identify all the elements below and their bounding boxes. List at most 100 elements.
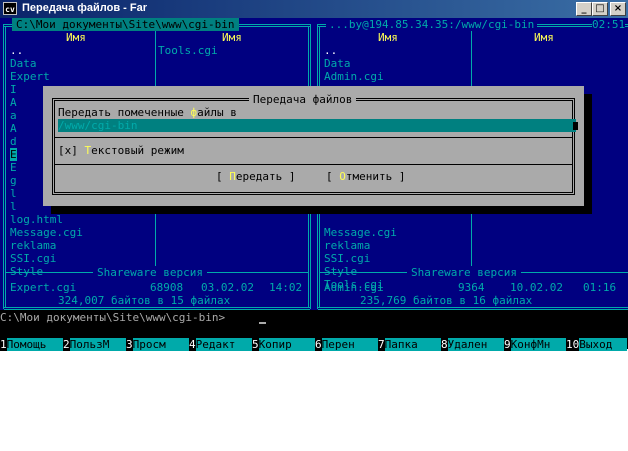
list-item[interactable]: Style: [324, 265, 357, 278]
key-f5[interactable]: 5Копир: [252, 338, 315, 351]
right-selected-time: 01:16: [583, 281, 617, 294]
list-item[interactable]: Tools.cgi: [158, 44, 218, 57]
key-number: 4: [189, 338, 196, 351]
key-label: Перен: [321, 338, 378, 351]
key-f2[interactable]: 2ПользМ: [63, 338, 126, 351]
key-number: 2: [63, 338, 70, 351]
transfer-hotkey: П: [229, 170, 236, 183]
list-item[interactable]: Expert: [10, 70, 50, 83]
list-item[interactable]: Admin.cgi: [324, 70, 384, 83]
function-key-bar: 1Помощь 2ПользМ 3Просм 4Редакт 5Копир 6П…: [0, 338, 628, 351]
key-label: КонфМн: [510, 338, 566, 351]
key-label: ПользМ: [69, 338, 126, 351]
left-panel-summary: 324,007 байтов в 15 файлах: [54, 294, 235, 307]
list-item[interactable]: d: [10, 135, 17, 148]
key-f6[interactable]: 6Перен: [315, 338, 378, 351]
dialog-prompt: Передать помеченные файлы в: [58, 106, 237, 119]
key-f3[interactable]: 3Просм: [126, 338, 189, 351]
right-selected-size: 9364: [458, 281, 485, 294]
left-selected-date: 03.02.02: [201, 281, 254, 294]
list-item[interactable]: Data: [324, 57, 351, 70]
right-selected-name: Admin.cgi: [324, 281, 384, 294]
left-panel-path[interactable]: C:\Мои документы\Site\www\cgi-bin: [12, 18, 239, 31]
list-item[interactable]: log.html: [10, 213, 63, 226]
key-number: 1: [0, 338, 7, 351]
checkbox-mark: [x]: [58, 144, 78, 157]
key-label: Удален: [447, 338, 504, 351]
list-item[interactable]: ..: [10, 44, 23, 57]
list-item[interactable]: Data: [10, 57, 37, 70]
key-f4[interactable]: 4Редакт: [189, 338, 252, 351]
list-item[interactable]: reklama: [324, 239, 370, 252]
key-number: 9: [504, 338, 511, 351]
input-history-icon[interactable]: [573, 122, 578, 130]
list-item[interactable]: l: [10, 187, 17, 200]
clock: 02:51: [592, 18, 626, 31]
key-label: Редакт: [195, 338, 252, 351]
list-item[interactable]: l: [10, 200, 17, 213]
cancel-hotkey: О: [339, 170, 346, 183]
right-col-header-1: Имя: [378, 31, 398, 44]
list-item[interactable]: Message.cgi: [10, 226, 83, 239]
list-item[interactable]: Style: [10, 265, 43, 278]
list-item[interactable]: a: [10, 109, 17, 122]
key-label: Выход: [579, 338, 628, 351]
left-panel-footer-label: Shareware версия: [93, 266, 207, 279]
right-panel-summary: 235,769 байтов в 16 файлах: [356, 294, 537, 307]
key-f1[interactable]: 1Помощь: [0, 338, 63, 351]
list-item[interactable]: Message.cgi: [324, 226, 397, 239]
key-number: 7: [378, 338, 385, 351]
list-item[interactable]: SSI.cgi: [10, 252, 56, 265]
key-number: 5: [252, 338, 259, 351]
title-bar[interactable]: cv Передача файлов - Far _ □ ×: [0, 0, 628, 18]
key-f10[interactable]: 10Выход: [566, 338, 628, 351]
right-panel-footer-label: Shareware версия: [407, 266, 521, 279]
cancel-button[interactable]: [ Отменить ]: [326, 170, 405, 183]
left-col-header-2: Имя: [222, 31, 242, 44]
list-item[interactable]: ..: [324, 44, 337, 57]
text-mode-checkbox[interactable]: [x] Текстовый режим: [58, 144, 184, 157]
console-area: C:\Мои документы\Site\www\cgi-bin Имя Им…: [0, 18, 628, 351]
key-label: Папка: [384, 338, 441, 351]
prompt-text: Передать помеченные: [58, 106, 191, 119]
list-item[interactable]: I: [10, 83, 17, 96]
key-label: Копир: [258, 338, 315, 351]
key-f9[interactable]: 9КонфМн: [504, 338, 566, 351]
list-item[interactable]: SSI.cgi: [324, 252, 370, 265]
list-item[interactable]: A: [10, 122, 17, 135]
checkbox-label: екстовый режим: [91, 144, 184, 157]
key-f8[interactable]: 8Удален: [441, 338, 504, 351]
prompt-text-end: айлы в: [197, 106, 237, 119]
key-number: 10: [566, 338, 580, 351]
key-f7[interactable]: 7Папка: [378, 338, 441, 351]
target-path-input[interactable]: /www/cgi-bin: [58, 119, 576, 132]
left-col-header-1: Имя: [66, 31, 86, 44]
left-selected-time: 14:02: [269, 281, 303, 294]
command-line[interactable]: C:\Мои документы\Site\www\cgi-bin>: [0, 311, 225, 324]
key-number: 6: [315, 338, 322, 351]
left-selected-size: 68908: [150, 281, 184, 294]
right-panel-path[interactable]: ...by@194.85.34.35:/www/cgi-bin: [326, 18, 538, 31]
cancel-label: тменить: [345, 170, 393, 183]
left-selected-name: Expert.cgi: [10, 281, 77, 294]
list-item[interactable]: A: [10, 96, 17, 109]
list-item[interactable]: E: [10, 161, 17, 174]
transfer-dialog: Передача файлов Передать помеченные файл…: [43, 86, 584, 206]
transfer-button[interactable]: [ Передать ]: [216, 170, 295, 183]
minimize-button[interactable]: _: [576, 2, 592, 16]
dialog-title: Передача файлов: [249, 93, 357, 106]
far-app-icon[interactable]: cv: [3, 2, 17, 15]
key-label: Просм: [132, 338, 189, 351]
list-item[interactable]: g: [10, 174, 17, 187]
close-button[interactable]: ×: [610, 2, 626, 16]
list-item[interactable]: E: [10, 148, 17, 161]
key-number: 8: [441, 338, 448, 351]
maximize-button[interactable]: □: [592, 2, 608, 16]
far-window: cv Передача файлов - Far _ □ × C:\Мои до…: [0, 0, 628, 451]
cursor: [259, 322, 266, 324]
key-number: 3: [126, 338, 133, 351]
right-col-header-2: Имя: [534, 31, 554, 44]
window-title: Передача файлов - Far: [22, 2, 147, 14]
list-item[interactable]: reklama: [10, 239, 56, 252]
right-selected-date: 10.02.02: [510, 281, 563, 294]
